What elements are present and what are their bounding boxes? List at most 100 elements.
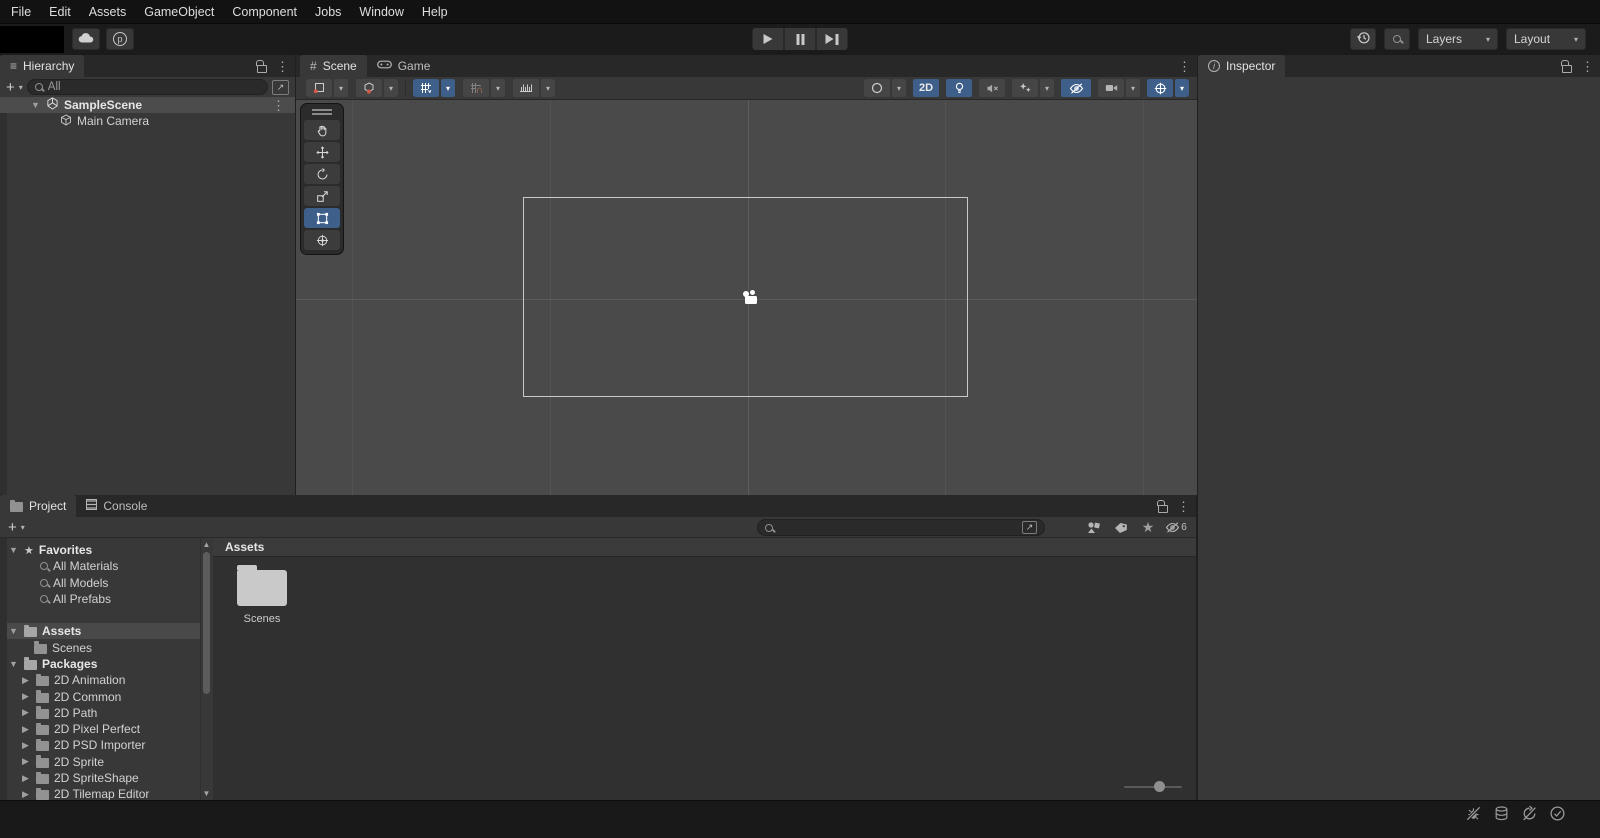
scene-canvas[interactable] [296, 100, 1197, 495]
foldout-closed-icon[interactable]: ▶ [20, 724, 31, 735]
foldout-open-icon[interactable]: ▼ [8, 659, 19, 669]
tree-row-package[interactable]: ▶ 2D Pixel Perfect [0, 721, 212, 737]
hidden-packages-toggle[interactable]: 6 [1160, 519, 1192, 536]
tree-row-scenes[interactable]: Scenes [0, 639, 212, 655]
open-search-window-icon[interactable]: ↗ [1022, 521, 1037, 534]
view-hand-tool[interactable] [304, 120, 340, 140]
tree-scrollbar[interactable]: ▲ ▼ [200, 538, 212, 800]
menu-file[interactable]: File [2, 0, 40, 24]
audio-mute-toggle[interactable] [979, 79, 1005, 97]
debugger-status-icon[interactable] [1464, 804, 1482, 822]
hierarchy-row-main-camera[interactable]: Main Camera [0, 113, 295, 129]
tree-row-package[interactable]: ▶ 2D PSD Importer [0, 737, 212, 753]
tab-project[interactable]: Project [0, 495, 77, 517]
tab-inspector[interactable]: i Inspector [1198, 55, 1286, 77]
tree-row-package[interactable]: ▶ 2D Animation [0, 672, 212, 688]
menu-gameobject[interactable]: GameObject [135, 0, 223, 24]
tree-row-packages[interactable]: ▼ Packages [0, 656, 212, 672]
menu-assets[interactable]: Assets [80, 0, 136, 24]
grid-visibility-dropdown[interactable]: ▾ [441, 79, 455, 97]
scene-lighting-toggle[interactable] [946, 79, 972, 97]
camera-gizmo[interactable] [740, 289, 762, 305]
gizmos-dropdown[interactable]: ▾ [1175, 79, 1189, 97]
shading-mode-button[interactable] [864, 79, 890, 97]
tool-handle-position-dropdown[interactable]: ▾ [334, 79, 348, 97]
tree-row-favorites[interactable]: ▼ ★ Favorites [0, 542, 212, 558]
tree-row-package[interactable]: ▶ 2D Path [0, 705, 212, 721]
kebab-menu-icon[interactable]: ⋮ [1581, 60, 1594, 73]
version-control-button[interactable]: p [106, 28, 134, 50]
scroll-down-icon[interactable]: ▼ [201, 789, 212, 798]
project-search-input[interactable] [778, 521, 1017, 534]
move-tool[interactable] [304, 142, 340, 162]
open-search-window-icon[interactable]: ↗ [272, 79, 289, 95]
cache-server-status-icon[interactable] [1492, 804, 1510, 822]
tool-handle-rotation-dropdown[interactable]: ▾ [384, 79, 398, 97]
lock-icon[interactable] [256, 59, 267, 73]
foldout-closed-icon[interactable]: ▶ [20, 707, 31, 718]
menu-jobs[interactable]: Jobs [306, 0, 350, 24]
tree-row-all-materials[interactable]: All Materials [0, 558, 212, 574]
scene-kebab-icon[interactable]: ⋮ [272, 99, 285, 112]
tree-row-package[interactable]: ▶ 2D Tilemap Editor [0, 786, 212, 800]
search-everything-button[interactable] [1384, 28, 1410, 50]
scale-tool[interactable] [304, 186, 340, 206]
menu-window[interactable]: Window [350, 0, 412, 24]
foldout-open-icon[interactable]: ▼ [8, 626, 19, 636]
search-by-type-button[interactable] [1082, 519, 1106, 536]
tab-hierarchy[interactable]: ≡ Hierarchy [0, 55, 85, 77]
kebab-menu-icon[interactable]: ⋮ [1178, 60, 1191, 73]
effects-dropdown[interactable]: ▾ [1040, 79, 1054, 97]
lock-icon[interactable] [1157, 499, 1168, 513]
kebab-menu-icon[interactable]: ⋮ [276, 60, 289, 73]
menu-component[interactable]: Component [223, 0, 306, 24]
zoom-slider[interactable] [1124, 781, 1182, 793]
create-dropdown-icon[interactable]: ▾ [19, 83, 23, 92]
foldout-open-icon[interactable]: ▼ [30, 100, 41, 110]
kebab-menu-icon[interactable]: ⋮ [1177, 500, 1190, 513]
auto-refresh-status-icon[interactable] [1520, 804, 1538, 822]
snap-increment-button[interactable] [513, 79, 539, 97]
create-button[interactable]: + [6, 80, 15, 95]
tree-row-package[interactable]: ▶ 2D Sprite [0, 754, 212, 770]
undo-history-button[interactable] [1350, 28, 1376, 50]
transform-tool[interactable] [304, 230, 340, 250]
asset-item-scenes[interactable]: Scenes [229, 562, 295, 625]
tool-handle-rotation-button[interactable] [356, 79, 382, 97]
search-by-label-button[interactable] [1109, 519, 1133, 536]
grid-visibility-toggle[interactable] [413, 79, 439, 97]
hierarchy-search-input[interactable] [47, 81, 260, 93]
favorites-star-button[interactable]: ★ [1136, 519, 1160, 536]
tab-game[interactable]: Game [367, 55, 441, 77]
menu-edit[interactable]: Edit [40, 0, 80, 24]
create-dropdown-icon[interactable]: ▾ [21, 523, 25, 532]
tree-row-assets[interactable]: ▼ Assets [0, 623, 212, 640]
rect-tool[interactable] [304, 208, 340, 228]
foldout-closed-icon[interactable]: ▶ [20, 740, 31, 751]
project-search-field[interactable]: ↗ [757, 519, 1045, 536]
menu-help[interactable]: Help [413, 0, 457, 24]
grid-snapping-dropdown[interactable]: ▾ [491, 79, 505, 97]
foldout-closed-icon[interactable]: ▶ [20, 789, 31, 800]
tool-handle-position-button[interactable] [306, 79, 332, 97]
tree-row-package[interactable]: ▶ 2D Common [0, 688, 212, 704]
scene-camera-dropdown[interactable]: ▾ [1126, 79, 1140, 97]
foldout-closed-icon[interactable]: ▶ [20, 691, 31, 702]
tree-row-all-prefabs[interactable]: All Prefabs [0, 591, 212, 607]
tab-scene[interactable]: # Scene [300, 55, 367, 77]
cloud-services-button[interactable] [72, 28, 100, 50]
play-button[interactable] [752, 28, 784, 50]
lock-icon[interactable] [1561, 59, 1572, 73]
scroll-up-icon[interactable]: ▲ [201, 540, 212, 549]
tab-console[interactable]: Console [76, 495, 157, 517]
foldout-closed-icon[interactable]: ▶ [20, 773, 31, 784]
hidden-objects-toggle[interactable] [1061, 79, 1091, 97]
scrollbar-thumb[interactable] [203, 552, 210, 694]
overlay-drag-handle[interactable] [312, 109, 332, 115]
shading-mode-dropdown[interactable]: ▾ [892, 79, 906, 97]
foldout-closed-icon[interactable]: ▶ [20, 675, 31, 686]
scene-camera-button[interactable] [1098, 79, 1124, 97]
create-button[interactable]: + [8, 520, 17, 535]
2d-mode-toggle[interactable]: 2D [913, 79, 939, 97]
hierarchy-row-scene[interactable]: ▼ SampleScene ⋮ [0, 97, 295, 113]
